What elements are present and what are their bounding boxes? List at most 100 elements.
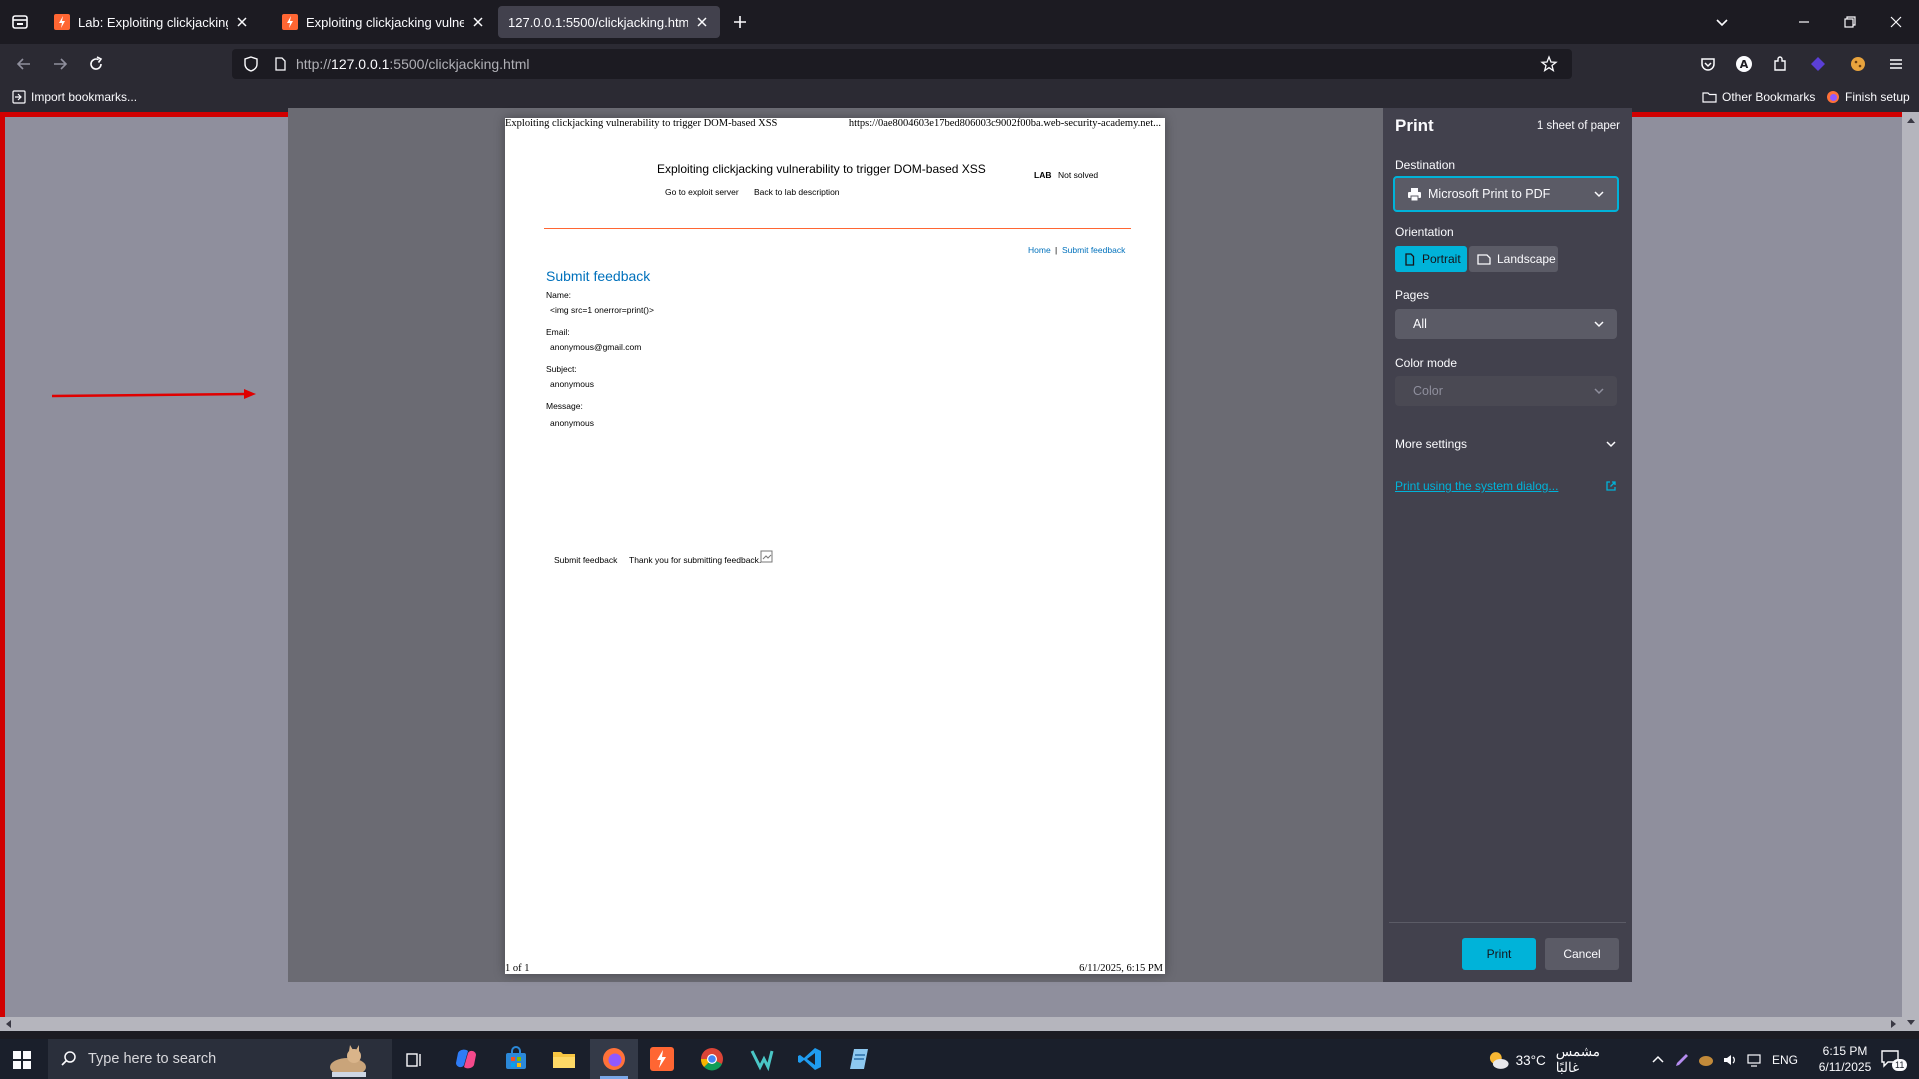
close-icon[interactable] <box>234 14 250 30</box>
horizontal-scrollbar[interactable] <box>0 1017 1902 1031</box>
weather-temperature: 33°C <box>1515 1052 1546 1068</box>
network-icon[interactable] <box>1746 1052 1762 1068</box>
tab-lab-exploiting[interactable]: Lab: Exploiting clickjacking vuln <box>44 6 260 38</box>
new-tab-icon[interactable] <box>730 12 750 32</box>
page-heading: Submit feedback <box>546 268 651 284</box>
file-explorer-icon[interactable] <box>550 1045 578 1073</box>
copilot-icon[interactable] <box>452 1045 480 1073</box>
windows-start-icon[interactable] <box>12 1050 32 1070</box>
firefox-view-icon[interactable] <box>10 12 30 32</box>
scroll-left-icon[interactable] <box>4 1019 14 1029</box>
microsoft-store-icon[interactable] <box>502 1045 530 1073</box>
other-bookmarks-folder[interactable]: Other Bookmarks <box>1702 90 1815 104</box>
nav-home-link[interactable]: Home <box>1028 245 1051 255</box>
name-label: Name: <box>546 290 572 300</box>
account-avatar-icon[interactable]: A <box>1734 54 1754 74</box>
taskbar-search-box[interactable]: Type here to search <box>48 1039 392 1079</box>
notification-count: 11 <box>1892 1059 1908 1071</box>
url-scheme: http:// <box>296 56 332 72</box>
weather-widget[interactable]: 33°C مشمس غالبًا <box>1486 1044 1626 1075</box>
portrait-button[interactable]: Portrait <box>1395 246 1467 272</box>
tab-strip: Lab: Exploiting clickjacking vuln Exploi… <box>0 0 1919 44</box>
print-button[interactable]: Print <box>1462 938 1536 970</box>
vertical-scrollbar[interactable] <box>1902 112 1919 1031</box>
tray-chevron-up-icon[interactable] <box>1650 1052 1666 1068</box>
visual-studio-installer-icon[interactable] <box>748 1045 776 1073</box>
chevron-down-icon <box>1594 321 1604 328</box>
header-rule <box>544 228 1131 229</box>
portrait-label: Portrait <box>1422 252 1461 266</box>
pages-select[interactable]: All <box>1395 309 1617 339</box>
sheet-count: 1 sheet of paper <box>1536 120 1620 132</box>
message-field[interactable]: anonymous <box>550 418 594 428</box>
thank-you-message: Thank you for submitting feedback. <box>629 555 762 565</box>
subject-field[interactable]: anonymous <box>550 379 594 389</box>
pen-tray-icon[interactable] <box>1674 1052 1690 1068</box>
restore-icon[interactable] <box>1840 12 1860 32</box>
minimize-icon[interactable] <box>1794 12 1814 32</box>
finish-setup-link[interactable]: Finish setup <box>1826 90 1910 104</box>
iframe-border-left <box>0 112 5 1031</box>
reload-icon[interactable] <box>86 54 106 74</box>
landscape-button[interactable]: Landscape <box>1469 246 1558 272</box>
close-icon[interactable] <box>694 14 710 30</box>
tray-app-icon[interactable] <box>1698 1052 1714 1068</box>
nav-submit-feedback-link[interactable]: Submit feedback <box>1062 245 1125 255</box>
chevron-down-icon[interactable] <box>1712 12 1732 32</box>
system-dialog-link[interactable]: Print using the system dialog... <box>1395 478 1617 494</box>
shield-icon[interactable] <box>242 55 260 73</box>
url-host: 127.0.0.1 <box>331 56 390 72</box>
language-indicator[interactable]: ENG <box>1772 1053 1798 1067</box>
color-mode-label: Color mode <box>1395 356 1458 370</box>
chevron-down-icon <box>1594 191 1604 198</box>
clock-time: 6:15 PM <box>1822 1044 1868 1058</box>
scroll-down-icon[interactable] <box>1906 1017 1916 1027</box>
clock[interactable]: 6:15 PM 6/11/2025 <box>1806 1043 1884 1077</box>
destination-select[interactable]: Microsoft Print to PDF <box>1393 176 1619 212</box>
color-mode-select[interactable]: Color <box>1395 376 1617 406</box>
url-bar[interactable]: http://127.0.0.1:5500/clickjacking.html <box>232 49 1572 79</box>
email-field[interactable]: anonymous@gmail.com <box>550 342 641 352</box>
forward-icon[interactable] <box>50 54 70 74</box>
menu-icon[interactable] <box>1886 54 1906 74</box>
extension-purple-icon[interactable] <box>1808 54 1828 74</box>
page-icon[interactable] <box>272 56 288 72</box>
tab-label: Exploiting clickjacking vulnerab <box>306 14 464 30</box>
more-settings-toggle[interactable]: More settings <box>1395 436 1617 452</box>
vscode-icon[interactable] <box>796 1045 824 1073</box>
name-field[interactable]: <img src=1 onerror=print()> <box>550 305 654 315</box>
window-close-icon[interactable] <box>1886 12 1906 32</box>
search-icon <box>61 1051 76 1066</box>
scroll-right-icon[interactable] <box>1888 1019 1898 1029</box>
burp-suite-icon[interactable] <box>648 1045 676 1073</box>
portswigger-icon <box>54 14 70 30</box>
pocket-icon[interactable] <box>1698 54 1718 74</box>
notepad-icon[interactable] <box>846 1045 874 1073</box>
volume-icon[interactable] <box>1722 1052 1738 1068</box>
submit-feedback-button[interactable]: Submit feedback <box>554 555 617 565</box>
broken-image-icon <box>760 550 773 563</box>
other-bookmarks-label: Other Bookmarks <box>1722 90 1816 104</box>
bookmark-star-icon[interactable] <box>1540 55 1558 73</box>
external-link-icon <box>1606 481 1616 491</box>
task-view-icon[interactable] <box>404 1050 424 1070</box>
import-icon <box>12 90 26 104</box>
taskbar-firefox-active[interactable] <box>590 1039 638 1079</box>
cookie-extension-icon[interactable] <box>1848 54 1868 74</box>
extensions-icon[interactable] <box>1770 54 1790 74</box>
close-icon[interactable] <box>470 14 486 30</box>
back-icon[interactable] <box>14 54 34 74</box>
url-text[interactable]: http://127.0.0.1:5500/clickjacking.html <box>296 56 529 72</box>
cancel-button[interactable]: Cancel <box>1545 938 1619 970</box>
import-bookmarks-link[interactable]: Import bookmarks... <box>12 90 137 104</box>
message-label: Message: <box>546 401 583 411</box>
tab-exploiting[interactable]: Exploiting clickjacking vulnerab <box>272 6 496 38</box>
scroll-up-icon[interactable] <box>1906 116 1916 126</box>
print-header-url: https://0ae8004603e17bed806003c9002f00ba… <box>848 118 1161 129</box>
notification-center[interactable]: 11 <box>1880 1049 1908 1071</box>
chrome-icon[interactable] <box>698 1045 726 1073</box>
landscape-label: Landscape <box>1497 252 1556 266</box>
tab-clickjacking-local[interactable]: 127.0.0.1:5500/clickjacking.html <box>498 6 720 38</box>
go-to-exploit-server-link[interactable]: Go to exploit server <box>665 187 739 197</box>
back-to-lab-description-link[interactable]: Back to lab description <box>754 187 840 197</box>
